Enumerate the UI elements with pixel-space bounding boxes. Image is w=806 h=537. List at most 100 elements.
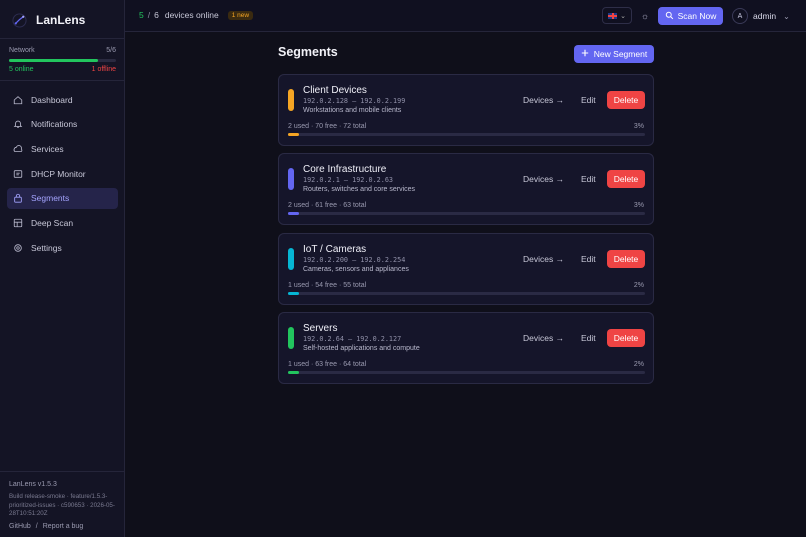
segment-usage-bar [288,133,645,136]
segment-usage-text: 1 used · 63 free · 64 total [288,361,367,368]
segment-usage-bar-fill [288,292,299,295]
plus-icon [581,49,589,59]
segment-name: Servers [303,323,338,334]
online-count-text: 5 online [9,66,34,73]
new-devices-badge[interactable]: 1 new [227,10,254,20]
segment-description: Self-hosted applications and compute [303,345,420,352]
sidebar-item-deep-scan[interactable]: Deep Scan [7,212,118,233]
segment-delete-button[interactable]: Delete [607,329,645,347]
sidebar-item-segments[interactable]: Segments [7,187,118,209]
segment-ip-range: 192.0.2.128 – 192.0.2.199 [303,97,406,105]
segment-devices-link[interactable]: Devices → [523,333,564,343]
segment-color-indicator [288,168,294,190]
top-bar: 5 / 6 devices online 1 new ⌄ ☼ Scan Now … [125,0,806,32]
network-online-bar-fill [9,59,99,62]
app-name: LanLens [36,13,86,27]
sidebar-divider [0,80,125,81]
sidebar-item-settings[interactable]: Settings [7,237,118,258]
chevron-down-icon: ⌄ [620,12,626,20]
lanlens-logo-icon [12,12,27,28]
services-icon [13,144,23,154]
grid-icon [13,218,23,228]
user-menu[interactable]: A admin ⌄ [732,7,790,25]
devices-online-status: 5 / 6 devices online 1 new [139,10,254,20]
new-segment-button[interactable]: New Segment [574,45,654,63]
segment-usage-bar [288,212,645,215]
sidebar-divider [0,38,125,39]
sidebar-item-label: Segments [31,193,70,204]
segment-delete-button[interactable]: Delete [607,91,645,109]
segment-ip-range: 192.0.2.200 – 192.0.2.254 [303,256,406,264]
segment-usage-bar-fill [288,371,299,374]
segment-devices-link[interactable]: Devices → [523,254,564,264]
sidebar-item-label: DHCP Monitor [31,168,86,179]
total-count: 6 [154,10,159,20]
language-selector[interactable]: ⌄ [602,7,632,24]
page-title: Segments [278,45,338,59]
sidebar-nav: Dashboard Notifications Services DHCP Mo… [7,89,118,262]
segment-usage-bar [288,292,645,295]
sidebar-item-notifications[interactable]: Notifications [7,114,118,135]
search-icon [665,11,674,22]
github-link[interactable]: GitHub [9,523,31,530]
segment-description: Cameras, sensors and appliances [303,266,409,273]
segment-name: IoT / Cameras [303,244,367,255]
gear-icon [13,243,23,253]
sun-icon: ☼ [640,11,650,21]
sidebar-item-dashboard[interactable]: Dashboard [7,89,118,110]
sidebar-item-label: Notifications [31,119,78,130]
segment-edit-button[interactable]: Edit [581,95,596,105]
segment-card: Servers 192.0.2.64 – 192.0.2.127 Self-ho… [278,312,654,384]
report-bug-link[interactable]: Report a bug [43,523,83,530]
segment-card: Core Infrastructure 192.0.2.1 – 192.0.2.… [278,153,654,225]
sidebar-footer: LanLens v1.5.3 Build release-smoke · fea… [9,481,119,530]
network-count: 5/6 [106,47,116,54]
chevron-down-icon: ⌄ [783,11,790,21]
segment-usage-text: 2 used · 61 free · 63 total [288,202,367,209]
offline-count-text: 1 offline [91,66,116,73]
sidebar: LanLens Network 5/6 5 online 1 offline D… [0,0,125,537]
brand[interactable]: LanLens [12,10,85,30]
scan-now-button[interactable]: Scan Now [658,7,723,25]
segment-name: Core Infrastructure [303,164,387,175]
network-label: Network [9,47,35,54]
avatar: A [732,8,748,24]
sidebar-item-label: Services [31,143,64,154]
online-count: 5 [139,10,144,20]
sidebar-divider [0,471,125,472]
segment-usage-text: 1 used · 54 free · 55 total [288,282,367,289]
segment-description: Workstations and mobile clients [303,107,402,114]
segment-color-indicator [288,248,294,270]
dashboard-icon [13,95,23,105]
segment-edit-button[interactable]: Edit [581,333,596,343]
segment-usage-bar-fill [288,212,299,215]
footer-separator: / [35,522,38,530]
segment-usage-percent: 3% [633,123,644,130]
segment-usage-percent: 3% [633,202,644,209]
segment-color-indicator [288,89,294,111]
build-info: Build release-smoke · feature/1.5.3-prio… [9,493,115,517]
bell-icon [13,119,23,129]
segment-description: Routers, switches and core services [303,186,416,193]
segment-edit-button[interactable]: Edit [581,254,596,264]
segment-devices-link[interactable]: Devices → [523,95,564,105]
new-segment-label: New Segment [593,49,648,59]
sidebar-item-label: Deep Scan [31,217,74,228]
segment-card: Client Devices 192.0.2.128 – 192.0.2.199… [278,74,654,146]
segment-delete-button[interactable]: Delete [607,170,645,188]
segment-usage-bar [288,371,645,374]
network-summary: Network 5/6 5 online 1 offline [9,47,116,73]
version-text: LanLens v1.5.3 [9,481,57,488]
sidebar-item-services[interactable]: Services [7,138,118,159]
theme-toggle-button[interactable]: ☼ [638,9,652,23]
sidebar-item-dhcp-monitor[interactable]: DHCP Monitor [7,163,118,184]
segment-usage-percent: 2% [633,361,644,368]
user-name: admin [753,11,777,21]
segment-devices-link[interactable]: Devices → [523,174,564,184]
devices-online-label: devices online [164,10,219,20]
segment-delete-button[interactable]: Delete [607,250,645,268]
scan-now-label: Scan Now [677,11,717,21]
segment-edit-button[interactable]: Edit [581,174,596,184]
lock-icon [13,193,23,203]
segment-usage-text: 2 used · 70 free · 72 total [288,123,367,130]
